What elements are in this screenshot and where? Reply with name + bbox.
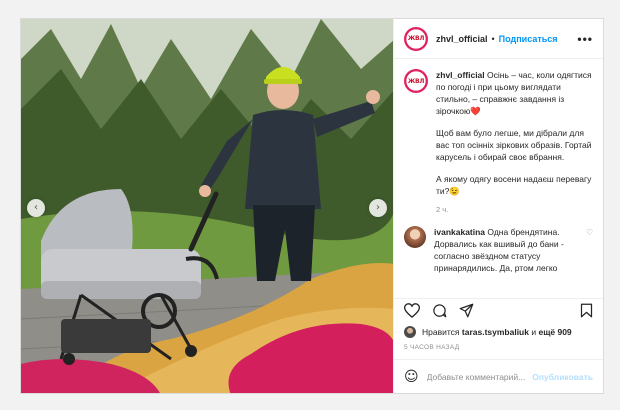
commenter-avatar[interactable]: [404, 226, 426, 248]
comment-like-icon[interactable]: ♡: [586, 228, 593, 274]
caption-line-2: Щоб вам було легше, ми дібрали для вас т…: [436, 128, 592, 162]
header-separator: •: [491, 33, 495, 44]
liker-avatar[interactable]: [404, 326, 416, 338]
caption-text: zhvl_official Осінь – час, коли одягтися…: [436, 69, 593, 203]
chevron-left-icon[interactable]: ‹: [27, 199, 45, 217]
comment-item: ivankakatina Одна брендятина. Дорвались …: [404, 226, 593, 274]
emoji-icon[interactable]: ☺: [404, 369, 419, 385]
caption: ЖВЛ zhvl_official Осінь – час, коли одяг…: [404, 69, 593, 203]
more-options-icon[interactable]: •••: [577, 32, 593, 46]
likes-user[interactable]: taras.tsymbaliuk: [462, 327, 529, 337]
caption-username[interactable]: zhvl_official: [436, 70, 485, 80]
likes-count[interactable]: ещё 909: [538, 327, 571, 337]
post-header: ЖВЛ zhvl_official • Подписаться •••: [394, 19, 603, 59]
post-date[interactable]: 5 ЧАСОВ НАЗАД: [394, 338, 603, 359]
photo-scene: [21, 19, 393, 393]
publish-button[interactable]: Опубликовать: [532, 372, 593, 382]
share-icon[interactable]: [459, 303, 474, 318]
follow-button[interactable]: Подписаться: [499, 34, 558, 44]
instagram-post: ‹ › ЖВЛ zhvl_official • Подписаться ••• …: [20, 18, 604, 394]
caption-avatar[interactable]: ЖВЛ: [404, 69, 428, 93]
chevron-right-icon[interactable]: ›: [369, 199, 387, 217]
action-bar: [394, 298, 603, 322]
comment-input[interactable]: [426, 371, 533, 382]
header-username[interactable]: zhvl_official: [436, 34, 488, 44]
post-side-panel: ЖВЛ zhvl_official • Подписаться ••• ЖВЛ …: [393, 19, 603, 393]
heart-icon[interactable]: [404, 303, 420, 318]
post-photo[interactable]: ‹ ›: [21, 19, 393, 393]
avatar[interactable]: ЖВЛ: [404, 26, 428, 51]
comment-username[interactable]: ivankakatina: [434, 227, 485, 237]
bookmark-icon[interactable]: [580, 303, 593, 318]
likes-prefix: Нравится: [422, 327, 460, 337]
caption-time: 2 ч.: [436, 205, 449, 214]
add-comment-bar: ☺ Опубликовать: [394, 359, 603, 393]
likes-mid: и: [531, 327, 537, 337]
likes-summary: Нравится taras.tsymbaliuk и ещё 909: [394, 322, 603, 338]
comments-list[interactable]: ЖВЛ zhvl_official Осінь – час, коли одяг…: [394, 59, 603, 298]
caption-line-3: А якому одягу восени надаєш перевагу ти?…: [436, 174, 592, 196]
comment-text: ivankakatina Одна брендятина. Дорвались …: [434, 226, 582, 274]
comment-icon[interactable]: [432, 303, 447, 318]
